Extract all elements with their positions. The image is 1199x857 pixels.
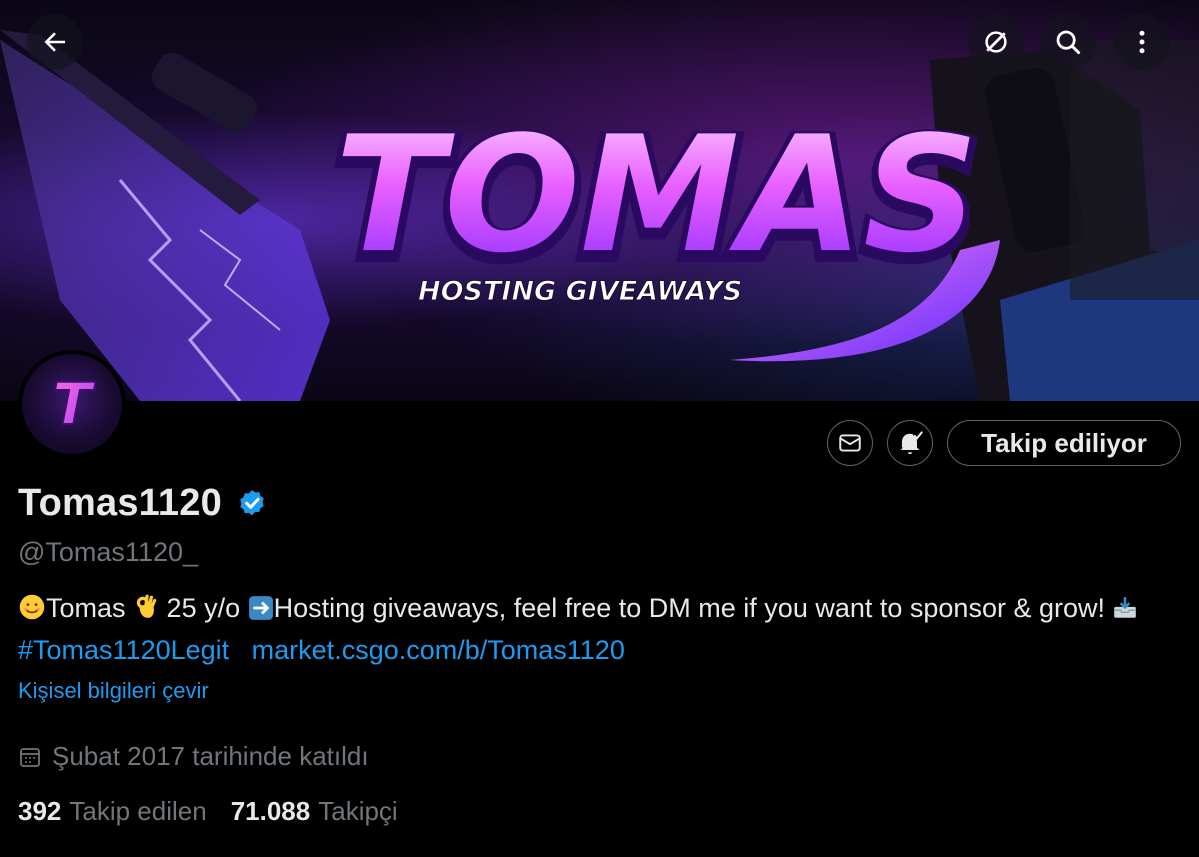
display-name: Tomas1120 — [18, 482, 222, 524]
more-vertical-icon — [1139, 30, 1145, 54]
grok-button[interactable] — [968, 14, 1024, 70]
profile-bio: Tomas 25 y/o Hosting giveaways, feel fre… — [18, 589, 1178, 669]
avatar[interactable]: T — [18, 350, 126, 458]
arrow-right-icon — [248, 593, 274, 631]
search-icon — [1056, 30, 1081, 55]
followers-stat[interactable]: 71.088 Takipçi — [231, 796, 398, 827]
back-button[interactable] — [27, 14, 83, 70]
avatar-logo: T — [51, 369, 97, 439]
search-button[interactable] — [1040, 14, 1096, 70]
following-button[interactable]: Takip ediliyor — [947, 420, 1181, 466]
website-link[interactable]: market.csgo.com/b/Tomas1120 — [252, 635, 625, 665]
svg-text:T: T — [52, 370, 96, 438]
arrow-left-icon — [44, 32, 65, 52]
following-count: 392 — [18, 796, 62, 826]
banner-subtitle: HOSTING GIVEAWAYS — [418, 276, 742, 307]
calendar-icon — [18, 745, 42, 769]
following-label: Takip edilen — [69, 796, 207, 826]
envelope-icon — [839, 434, 861, 452]
message-button[interactable] — [827, 420, 873, 466]
translate-bio-link[interactable]: Kişisel bilgileri çevir — [18, 678, 209, 704]
banner-title: TOMAS — [335, 101, 978, 288]
notifications-button[interactable] — [887, 420, 933, 466]
follow-stats: 392 Takip edilen 71.088 Takipçi — [18, 796, 422, 827]
inbox-tray-icon — [1112, 593, 1138, 631]
bell-check-icon — [900, 431, 923, 455]
following-stat[interactable]: 392 Takip edilen — [18, 796, 207, 827]
grok-icon — [985, 31, 1007, 53]
hashtag-link[interactable]: #Tomas1120Legit — [18, 635, 229, 665]
profile-banner[interactable]: TOMAS TOMAS HOSTING GIVEAWAYS — [0, 0, 1199, 401]
name-row: Tomas1120 — [18, 482, 268, 525]
ok-hand-icon — [133, 593, 159, 631]
followers-count: 71.088 — [230, 796, 311, 826]
verified-badge-icon[interactable] — [236, 488, 268, 520]
banner-artwork: TOMAS TOMAS HOSTING GIVEAWAYS — [0, 30, 1199, 401]
join-date: Şubat 2017 tarihinde katıldı — [18, 741, 369, 772]
user-handle: @Tomas1120_ — [18, 537, 199, 567]
join-date-text: Şubat 2017 tarihinde katıldı — [52, 741, 369, 771]
followers-label: Takipçi — [318, 796, 398, 826]
more-button[interactable] — [1114, 14, 1170, 70]
smiling-face-icon — [18, 593, 46, 631]
